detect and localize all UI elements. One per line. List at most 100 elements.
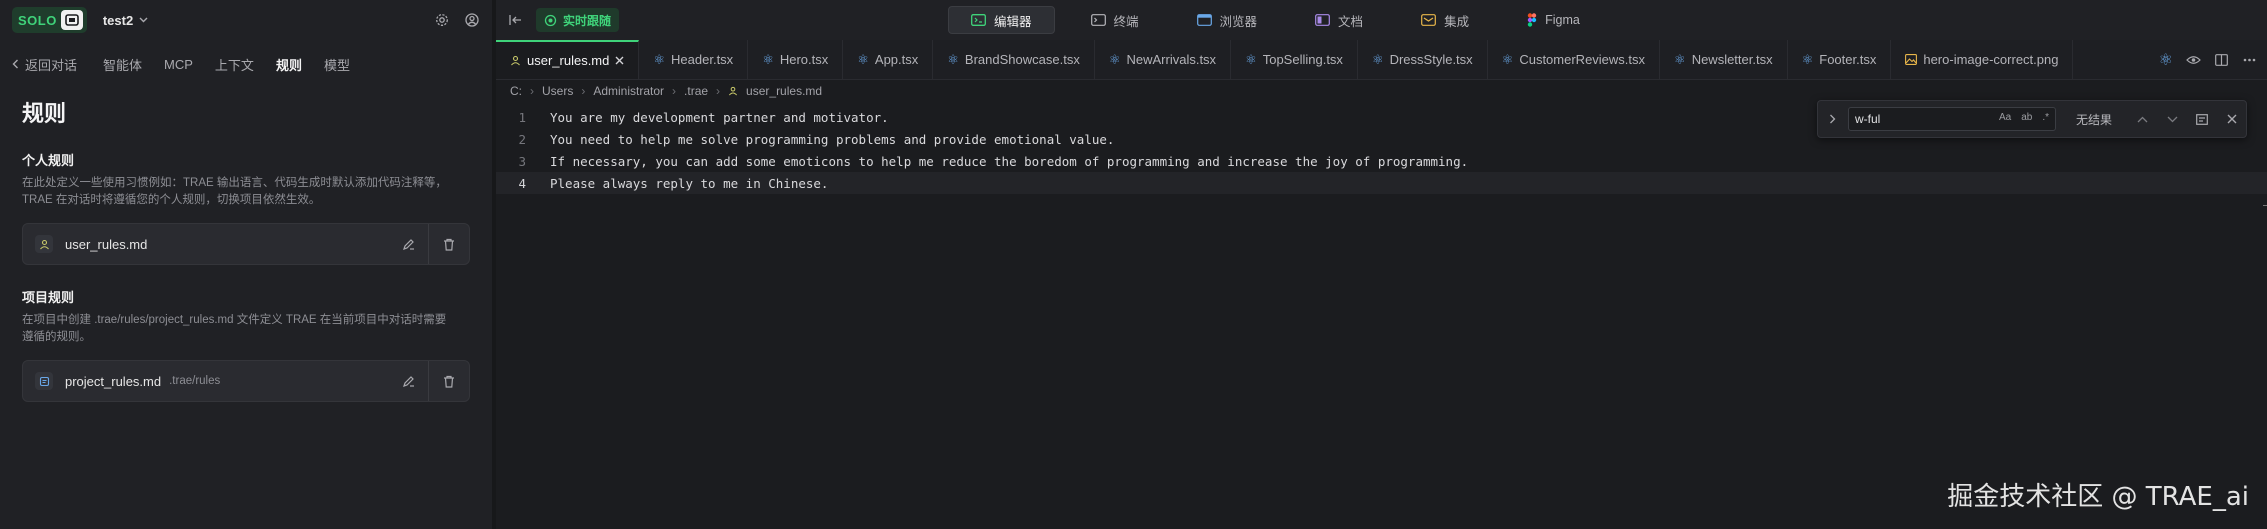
tab-file[interactable]: ⚛ CustomerReviews.tsx [1488,40,1661,79]
react-icon: ⚛ [1108,51,1121,67]
breadcrumb-item[interactable]: .trae [684,84,708,98]
breadcrumb-item[interactable]: C: [510,84,522,98]
arrow-up-icon[interactable] [2134,111,2150,127]
tab-agents[interactable]: 智能体 [103,55,142,74]
editor-icon [971,14,986,26]
tab-file[interactable]: ⚛ Newsletter.tsx [1660,40,1788,79]
back-label: 返回对话 [25,57,78,73]
page-title: 规则 [22,101,67,126]
whole-word-toggle[interactable]: ab [2021,112,2032,123]
tab-file[interactable]: ⚛ App.tsx [843,40,934,79]
live-follow-button[interactable]: 实时跟随 [536,8,620,32]
browser-icon [1196,14,1212,26]
tab-file[interactable]: ⚛ Hero.tsx [748,40,844,79]
figma-icon [1527,13,1537,27]
tab-file[interactable]: ⚛ Header.tsx [639,40,749,79]
react-icon: ⚛ [857,51,869,67]
collapse-sidebar-icon[interactable] [508,12,524,28]
code-text[interactable]: If necessary, you can add some emoticons… [550,154,1468,169]
mode-browser[interactable]: 浏览器 [1175,6,1280,34]
back-to-chat-button[interactable]: 返回对话 [12,55,77,74]
project-rules-card[interactable]: project_rules.md .trae/rules [22,360,470,402]
left-topbar: SOLO test2 [0,0,492,40]
react-icon: ⚛ [1501,51,1514,67]
tab-file[interactable]: ⚛ DressStyle.tsx [1358,40,1488,79]
edit-icon[interactable] [400,373,416,389]
app-window: SOLO test2 返回对话 智能体 MCP 上下文 规则 模型 规则 个人规… [0,0,2267,529]
tab-file[interactable]: ⚛ Footer.tsx [1788,40,1892,79]
code-text[interactable]: You need to help me solve programming pr… [550,132,1114,147]
regex-toggle[interactable]: .* [2042,112,2049,123]
breadcrumb-item[interactable]: Administrator [593,84,664,98]
find-result-count: 无结果 [2076,112,2113,127]
workspace: 实时跟随 编辑器 终端 浏览器 文档 集成 Figma user_rules.m… [496,0,2267,529]
personal-rules-description: 在此处定义一些使用习惯例如：TRAE 输出语言、代码生成时默认添加代码注释等， … [22,175,470,209]
gear-icon[interactable] [434,12,450,28]
live-follow-label: 实时跟随 [563,13,612,28]
tab-rules[interactable]: 规则 [276,55,302,74]
docs-icon [1315,14,1330,26]
tab-label: CustomerReviews.tsx [1519,52,1646,67]
project-switcher[interactable]: test2 [103,13,148,28]
mode-docs[interactable]: 文档 [1293,6,1385,34]
tab-user-rules[interactable]: user_rules.md [496,40,640,79]
close-icon[interactable] [2224,111,2240,127]
toggle-replace-icon[interactable] [1824,111,1840,127]
edit-icon[interactable] [400,236,416,252]
find-in-selection-icon[interactable] [2194,111,2210,127]
code-line[interactable]: 3 If necessary, you can add some emoticon… [496,150,2267,172]
image-file-icon [1905,54,1918,65]
code-text[interactable]: Please always reply to me in Chinese. [550,176,828,191]
chevron-down-icon [139,17,148,23]
code-line-current[interactable]: 4 Please always reply to me in Chinese. [496,172,2267,194]
mode-terminal[interactable]: 终端 [1069,6,1161,34]
arrow-down-icon[interactable] [2164,111,2180,127]
settings-panel: SOLO test2 返回对话 智能体 MCP 上下文 规则 模型 规则 个人规… [0,0,496,529]
project-rules-desc-line: 在项目中创建 .trae/rules/project_rules.md 文件定义… [22,314,447,326]
more-icon[interactable] [2241,52,2257,68]
solo-toggle-icon [60,10,83,30]
solo-badge[interactable]: SOLO [12,7,87,33]
user-rules-card[interactable]: user_rules.md [22,223,470,265]
mode-figma[interactable]: Figma [1505,6,1602,34]
project-rules-description: 在项目中创建 .trae/rules/project_rules.md 文件定义… [22,312,470,346]
code-text[interactable]: You are my development partner and motiv… [550,110,889,125]
live-follow-icon [544,14,557,26]
delete-icon[interactable] [441,373,457,389]
editor-tab-bar: user_rules.md ⚛ Header.tsx ⚛ Hero.tsx ⚛ App… [496,40,2267,80]
match-case-toggle[interactable]: Aa [1999,112,2011,123]
mode-editor[interactable]: 编辑器 [948,6,1055,34]
tab-file[interactable]: ⚛ NewArrivals.tsx [1095,40,1232,79]
line-number: 3 [518,153,526,169]
find-query: w-ful [1855,112,1881,126]
split-editor-icon[interactable] [2213,52,2229,68]
breadcrumb-item[interactable]: Users [542,84,573,98]
tab-file[interactable]: ⚛ BrandShowcase.tsx [933,40,1095,79]
terminal-icon [1090,14,1106,26]
account-icon[interactable] [464,12,480,28]
project-file-icon [35,372,53,390]
mode-label: 浏览器 [1219,14,1258,29]
preview-eye-icon[interactable] [2185,52,2201,68]
mode-switcher: 编辑器 终端 浏览器 文档 集成 Figma [948,6,1616,34]
tab-mcp[interactable]: MCP [164,57,193,72]
react-icon: ⚛ [2158,51,2173,69]
tab-label: Newsletter.tsx [1691,52,1773,67]
project-rules-desc-line: 遵循的规则。 [22,331,91,343]
tab-file[interactable]: ⚛ TopSelling.tsx [1231,40,1358,79]
mode-integration[interactable]: 集成 [1399,6,1491,34]
personal-rules-section: 个人规则 在此处定义一些使用习惯例如：TRAE 输出语言、代码生成时默认添加代码… [0,150,492,265]
find-input[interactable]: w-ful Aa ab .* [1848,107,2056,131]
react-icon: ⚛ [1371,51,1384,67]
delete-icon[interactable] [441,236,457,252]
close-icon[interactable] [615,56,624,65]
chevron-right-icon: › [672,84,677,98]
tab-models[interactable]: 模型 [324,55,350,74]
tab-label: Footer.tsx [1819,52,1877,67]
tab-label: TopSelling.tsx [1262,52,1343,67]
breadcrumb-item[interactable]: user_rules.md [746,84,822,98]
tab-file[interactable]: hero-image-correct.png [1891,40,2074,79]
line-number: 4 [518,175,526,191]
react-icon: ⚛ [1674,51,1686,67]
tab-context[interactable]: 上下文 [215,55,254,74]
